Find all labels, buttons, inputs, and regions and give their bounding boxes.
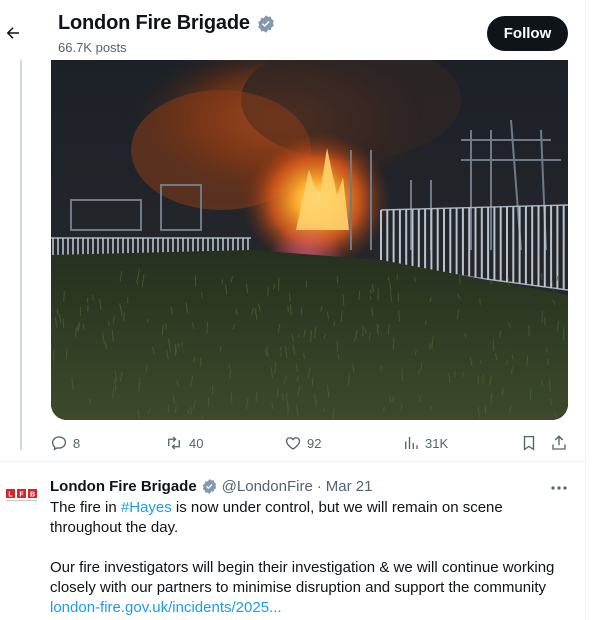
repost-button[interactable]: 40	[164, 432, 203, 454]
views-button[interactable]: 31K	[402, 432, 448, 454]
grass-blade	[419, 394, 421, 403]
thread-line	[20, 60, 22, 450]
tweet-paragraph-1: The fire in #Hayes is now under control,…	[50, 498, 570, 538]
reply-icon	[51, 436, 67, 451]
grass-blade	[56, 309, 59, 315]
verified-badge-icon	[257, 14, 274, 33]
profile-header: London Fire Brigade 66.7K posts Follow	[0, 0, 585, 60]
grass-blade	[383, 406, 385, 412]
grass-blade	[53, 349, 55, 361]
grass-blade	[556, 275, 559, 281]
like-icon	[285, 437, 301, 450]
bookmark-button[interactable]	[520, 432, 538, 454]
post-count: 66.7K posts	[58, 40, 127, 55]
repost-count: 40	[189, 435, 204, 451]
grass-blade	[414, 276, 416, 283]
fire-photo-illustration	[51, 60, 568, 420]
arrow-left-icon	[6, 27, 19, 39]
follow-button[interactable]: Follow	[487, 16, 568, 51]
grass-blade	[322, 407, 325, 413]
repost-icon	[168, 436, 180, 450]
more-icon	[551, 486, 567, 490]
separator: ·	[316, 478, 322, 495]
reply-count: 8	[73, 435, 81, 451]
more-options-button[interactable]	[549, 480, 569, 496]
verified-badge-icon	[202, 479, 216, 494]
grass-blade	[62, 318, 65, 329]
grass-blade	[75, 327, 77, 338]
grass-blade	[336, 341, 339, 353]
tweet-divider	[0, 461, 585, 462]
reply-button[interactable]: 8	[50, 432, 80, 454]
profile-name: London Fire Brigade	[58, 12, 250, 34]
grass-blade	[401, 368, 403, 382]
grass-blade	[529, 389, 532, 401]
author-name[interactable]: London Fire Brigade	[50, 478, 197, 495]
tweet-paragraph-2: Our fire investigators will begin their …	[50, 558, 570, 618]
grass-blade	[541, 310, 543, 323]
views-icon	[405, 437, 418, 449]
grass-blade	[362, 325, 364, 337]
share-button[interactable]	[550, 432, 568, 454]
tweet-actions: 8 40 92 31K	[50, 432, 570, 454]
svg-text:B: B	[30, 491, 35, 498]
page-title: London Fire Brigade	[58, 12, 276, 35]
views-count: 31K	[425, 435, 449, 451]
hashtag-link[interactable]: #Hayes	[121, 499, 172, 516]
grass-blade	[398, 310, 400, 322]
tweet-text: The fire in #Hayes is now under control,…	[50, 498, 570, 618]
svg-text:F: F	[19, 491, 24, 498]
grass-blade	[420, 363, 423, 370]
avatar[interactable]: L F B	[6, 489, 38, 503]
back-button[interactable]	[2, 22, 24, 44]
grass-blade	[336, 276, 339, 284]
tweet-photo[interactable]	[51, 60, 568, 420]
author-handle[interactable]: @LondonFire	[222, 478, 313, 495]
text-segment: Our fire investigators will begin their …	[50, 559, 555, 596]
grass-blade	[187, 409, 190, 414]
grass-blade	[392, 337, 395, 350]
like-count: 92	[307, 435, 322, 451]
like-button[interactable]: 92	[284, 432, 321, 454]
svg-text:L: L	[8, 491, 13, 498]
grass-blade	[267, 286, 269, 297]
grass-blade	[165, 323, 167, 330]
share-icon	[552, 435, 566, 450]
incident-link[interactable]: london-fire.gov.uk/incidents/2025...	[50, 599, 282, 616]
text-segment: The fire in	[50, 499, 121, 516]
bookmark-icon	[523, 435, 535, 451]
lfb-logo-icon: L F B	[6, 489, 37, 502]
tweet-header: London Fire Brigade @LondonFire · Mar 21	[50, 478, 372, 495]
tweet-date[interactable]: Mar 21	[326, 478, 373, 495]
grass-blade	[92, 294, 94, 301]
grass-blade	[429, 342, 431, 349]
column-border	[585, 0, 586, 620]
grass-blade	[547, 358, 549, 366]
